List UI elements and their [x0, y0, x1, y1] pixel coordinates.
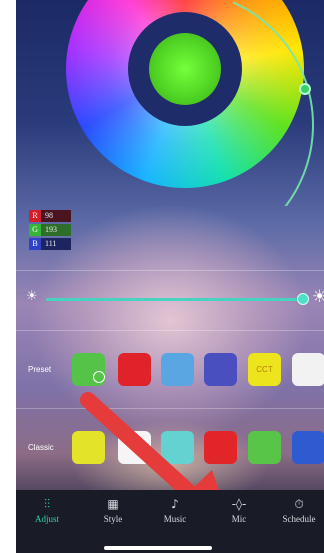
green-value: 193 — [41, 224, 71, 236]
app-screen: R 98 G 193 B 111 ☀ ☀ Preset CCT Classic … — [16, 0, 324, 553]
rgb-row-blue: B 111 — [29, 238, 71, 250]
rgb-readout: R 98 G 193 B 111 — [29, 210, 71, 252]
classic-swatch[interactable] — [161, 431, 194, 464]
classic-swatch[interactable] — [292, 431, 324, 464]
brightness-slider-track[interactable] — [46, 298, 303, 301]
tab-adjust-label: Adjust — [34, 514, 59, 524]
bottom-tab-bar: ⫶⫶ Adjust ▦ Style ♪ Music -◊- Mic ⏱ Sche… — [16, 490, 324, 553]
preset-swatch[interactable] — [72, 353, 105, 386]
rgb-row-red: R 98 — [29, 210, 71, 222]
tab-music[interactable]: ♪ Music — [146, 496, 204, 524]
preset-label: Preset — [28, 365, 52, 374]
home-indicator — [104, 546, 212, 550]
tab-adjust[interactable]: ⫶⫶ Adjust — [18, 496, 76, 524]
blue-label: B — [29, 238, 41, 250]
preset-swatch-label: CCT — [256, 365, 273, 374]
red-value: 98 — [41, 210, 71, 222]
tab-mic[interactable]: -◊- Mic — [210, 496, 268, 524]
sun-dim-icon: ☀ — [26, 289, 38, 304]
selected-color-preview — [149, 33, 221, 105]
sun-bright-icon: ☀ — [312, 287, 324, 307]
classic-label: Classic — [28, 443, 54, 452]
classic-swatch[interactable] — [204, 431, 237, 464]
classic-swatch[interactable] — [248, 431, 281, 464]
red-label: R — [29, 210, 41, 222]
tab-style[interactable]: ▦ Style — [84, 496, 142, 524]
divider — [16, 408, 324, 409]
preset-swatch[interactable] — [118, 353, 151, 386]
preset-swatch[interactable] — [292, 353, 324, 386]
preset-swatch[interactable]: CCT — [248, 353, 281, 386]
sliders-icon: ⫶⫶ — [43, 497, 50, 511]
blue-value: 111 — [41, 238, 71, 250]
grid-icon: ▦ — [107, 497, 119, 511]
tab-schedule[interactable]: ⏱ Schedule — [270, 496, 324, 524]
divider — [16, 270, 324, 271]
color-wheel-handle[interactable] — [299, 83, 311, 95]
tab-schedule-label: Schedule — [282, 514, 316, 524]
preset-swatch[interactable] — [204, 353, 237, 386]
brightness-slider-thumb[interactable] — [297, 293, 309, 305]
divider — [16, 330, 324, 331]
tab-music-label: Music — [163, 514, 187, 524]
rgb-row-green: G 193 — [29, 224, 71, 236]
tab-mic-label: Mic — [231, 514, 247, 524]
classic-swatch[interactable] — [72, 431, 105, 464]
classic-swatch[interactable] — [118, 431, 151, 464]
preset-swatch[interactable] — [161, 353, 194, 386]
timer-icon: ⏱ — [294, 497, 304, 511]
green-label: G — [29, 224, 41, 236]
tab-style-label: Style — [103, 514, 123, 524]
selected-indicator-icon — [93, 371, 105, 383]
microphone-icon: -◊- — [231, 497, 247, 511]
music-note-icon: ♪ — [171, 497, 179, 511]
